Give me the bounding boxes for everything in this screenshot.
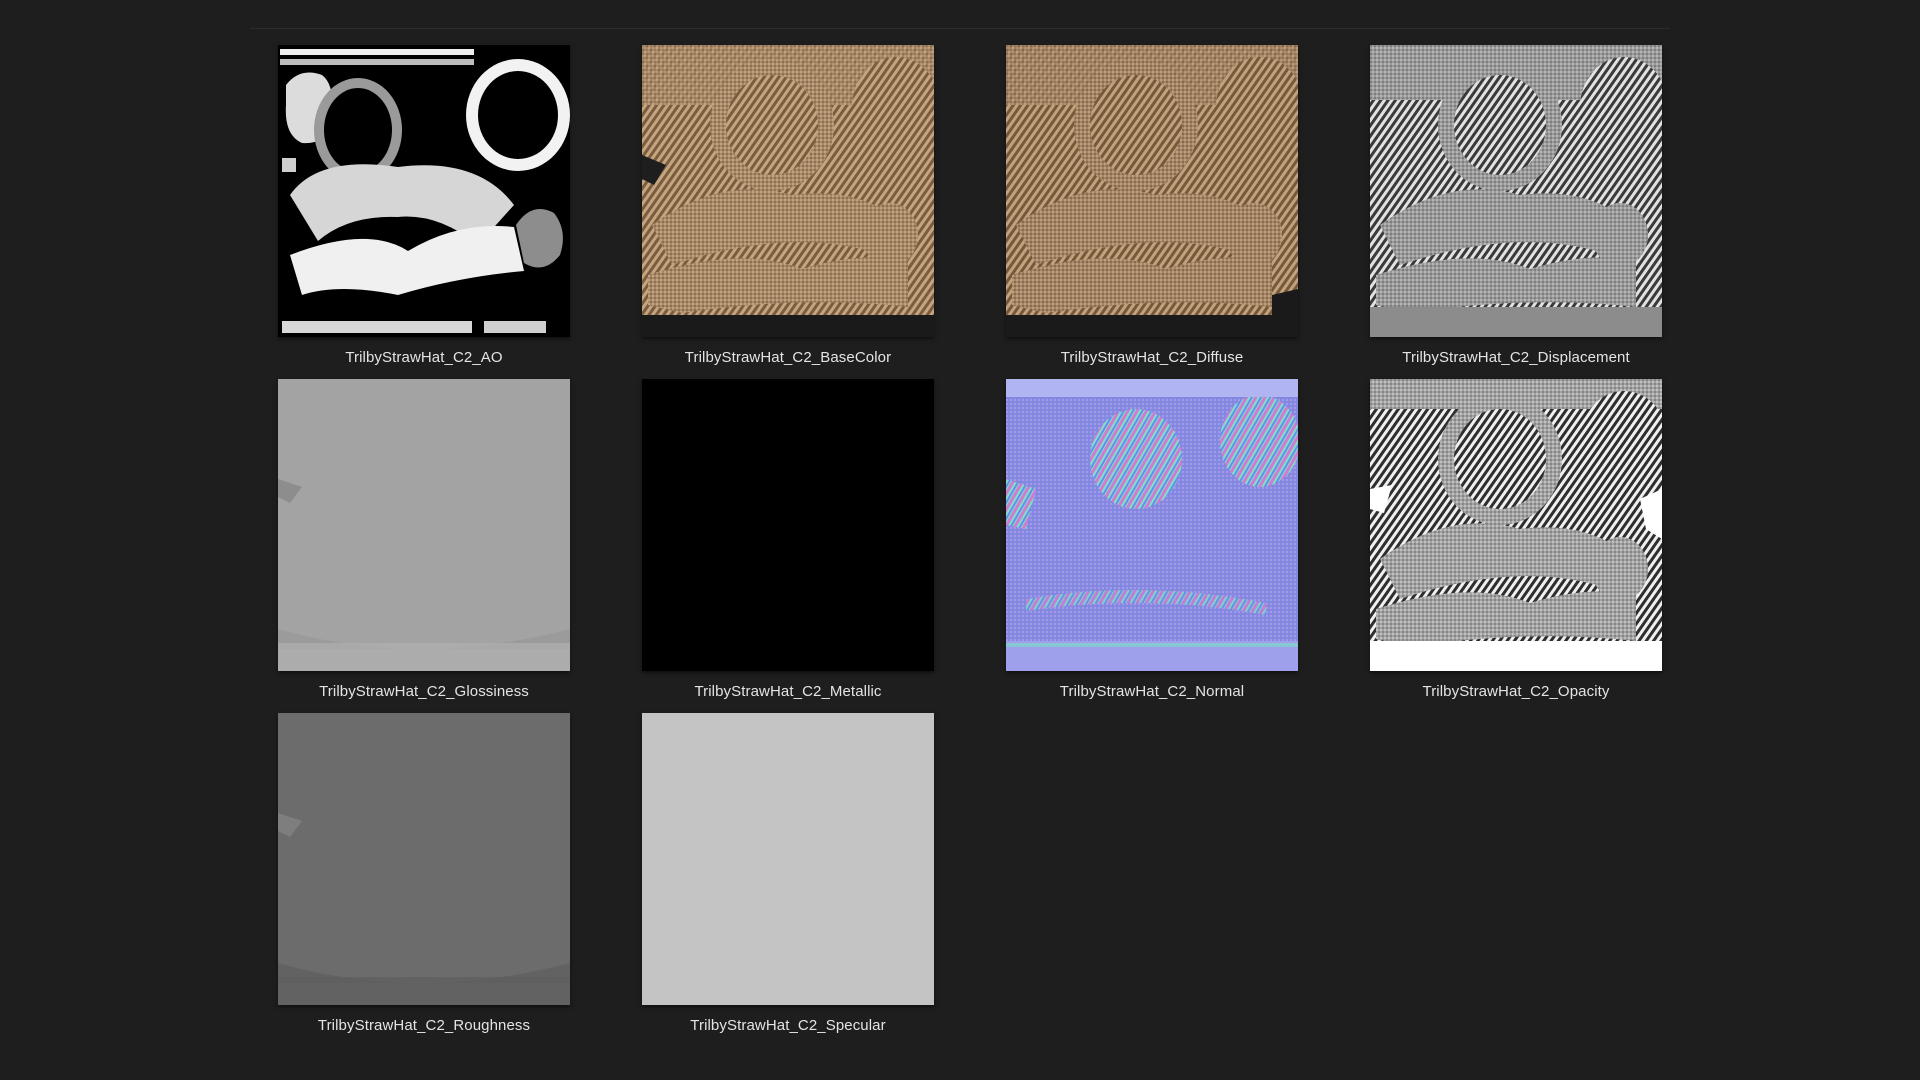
file-tile-opacity[interactable]: TrilbyStrawHat_C2_Opacity [1334, 379, 1698, 713]
file-name-label: TrilbyStrawHat_C2_Normal [1059, 683, 1245, 700]
file-tile-metallic[interactable]: TrilbyStrawHat_C2_Metallic [606, 379, 970, 713]
file-tile-roughness[interactable]: TrilbyStrawHat_C2_Roughness [242, 713, 606, 1047]
file-tile-normal[interactable]: TrilbyStrawHat_C2_Normal [970, 379, 1334, 713]
file-name-label: TrilbyStrawHat_C2_Opacity [1422, 683, 1610, 700]
file-tile-basecolor[interactable]: TrilbyStrawHat_C2_BaseColor [606, 45, 970, 379]
file-tile-diffuse[interactable]: TrilbyStrawHat_C2_Diffuse [970, 45, 1334, 379]
file-name-label: TrilbyStrawHat_C2_Glossiness [319, 683, 529, 700]
glossiness-map-thumbnail[interactable] [278, 379, 570, 671]
ao-map-thumbnail[interactable] [278, 45, 570, 337]
file-grid: TrilbyStrawHat_C2_AO TrilbyStrawHat_C2_B… [242, 45, 1698, 1047]
top-divider [250, 28, 1670, 29]
displacement-map-thumbnail[interactable] [1370, 45, 1662, 337]
opacity-map-thumbnail[interactable] [1370, 379, 1662, 671]
diffuse-map-thumbnail[interactable] [1006, 45, 1298, 337]
file-name-label: TrilbyStrawHat_C2_AO [345, 349, 503, 366]
normal-map-thumbnail[interactable] [1006, 379, 1298, 671]
file-name-label: TrilbyStrawHat_C2_Roughness [317, 1017, 531, 1034]
roughness-map-thumbnail[interactable] [278, 713, 570, 1005]
file-name-label: TrilbyStrawHat_C2_Metallic [694, 683, 882, 700]
file-tile-specular[interactable]: TrilbyStrawHat_C2_Specular [606, 713, 970, 1047]
basecolor-map-thumbnail[interactable] [642, 45, 934, 337]
metallic-map-thumbnail[interactable] [642, 379, 934, 671]
file-tile-ao[interactable]: TrilbyStrawHat_C2_AO [242, 45, 606, 379]
file-tile-glossiness[interactable]: TrilbyStrawHat_C2_Glossiness [242, 379, 606, 713]
specular-map-thumbnail[interactable] [642, 713, 934, 1005]
file-tile-displacement[interactable]: TrilbyStrawHat_C2_Displacement [1334, 45, 1698, 379]
file-name-label: TrilbyStrawHat_C2_Diffuse [1060, 349, 1244, 366]
file-name-label: TrilbyStrawHat_C2_Displacement [1402, 349, 1630, 366]
file-name-label: TrilbyStrawHat_C2_BaseColor [684, 349, 892, 366]
file-name-label: TrilbyStrawHat_C2_Specular [690, 1017, 886, 1034]
